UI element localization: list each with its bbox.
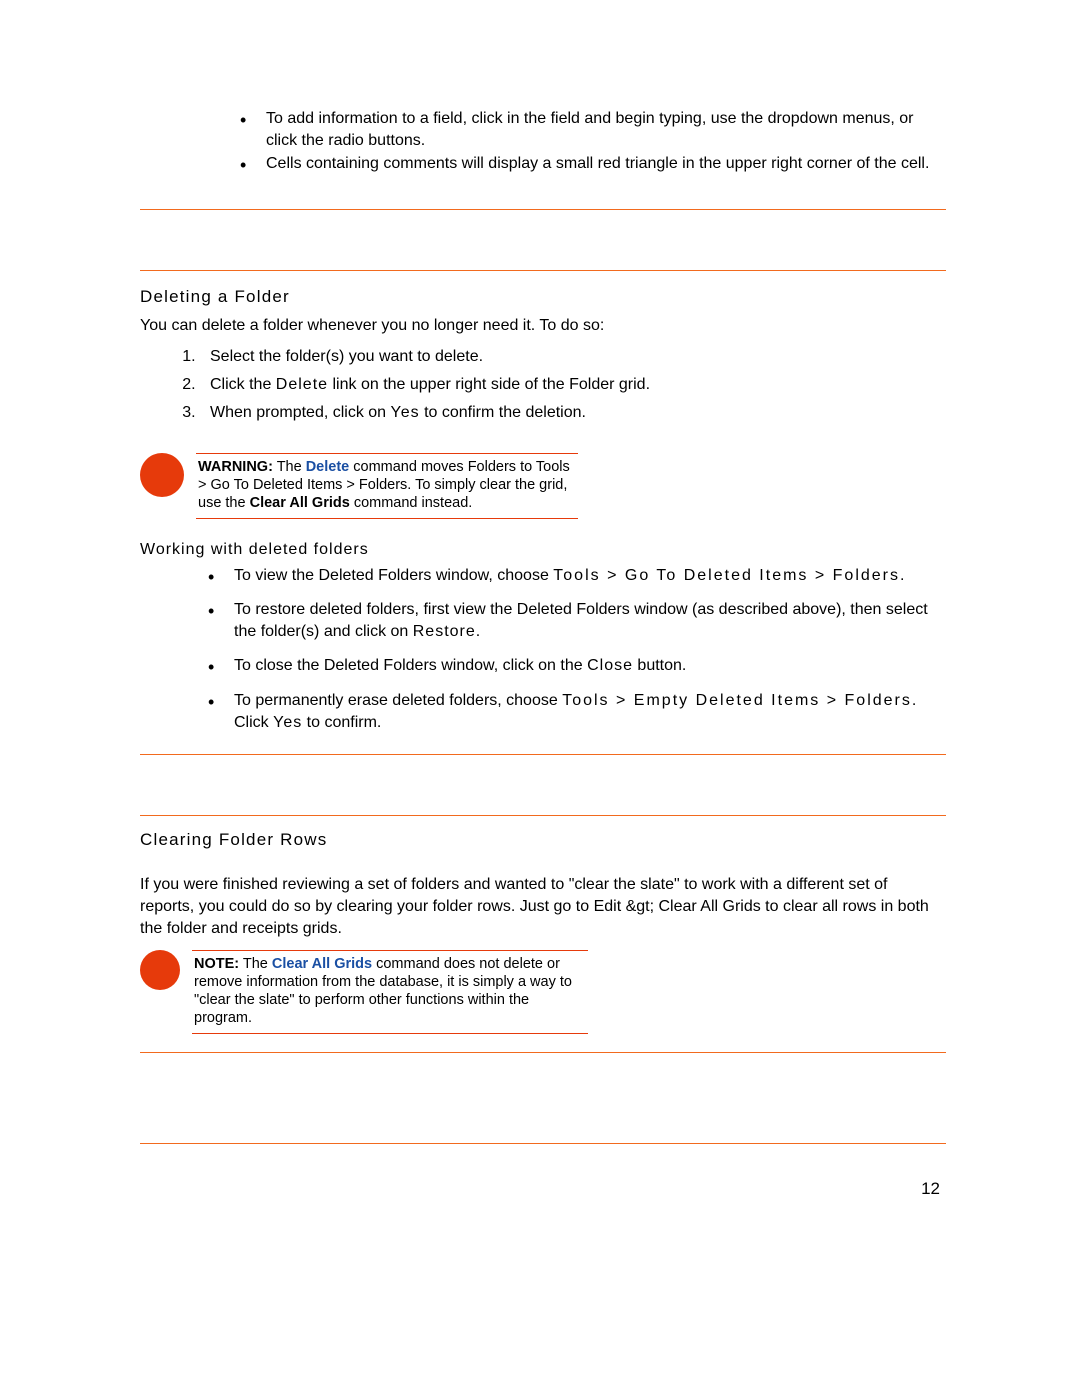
callout-box: WARNING: The Delete command moves Folder…: [196, 453, 578, 519]
body-text: You can delete a folder whenever you no …: [140, 315, 946, 337]
text: to confirm.: [302, 714, 381, 731]
document-page: To add information to a field, click in …: [140, 108, 946, 1144]
emphasis-text: Close: [587, 657, 633, 674]
menu-path: Tools > Go To Deleted Items > Folders: [553, 567, 900, 584]
emphasis-text: Yes: [391, 404, 420, 421]
list-item: Click the Delete link on the upper right…: [200, 373, 946, 397]
text: To view the Deleted Folders window, choo…: [234, 567, 553, 584]
text: link on the upper right side of the Fold…: [328, 376, 650, 393]
text: command instead.: [350, 495, 473, 511]
list-item: To close the Deleted Folders window, cli…: [200, 655, 946, 677]
list-item: Cells containing comments will display a…: [232, 153, 946, 175]
page-number: 12: [921, 1179, 940, 1199]
text: To restore deleted folders, first view t…: [234, 601, 928, 640]
menu-path: Tools > Empty Deleted Items > Folders: [562, 692, 912, 709]
heading-clearing-folder-rows: Clearing Folder Rows: [140, 830, 946, 850]
emphasis-text: Delete: [276, 376, 328, 393]
note-callout: NOTE: The Clear All Grids command does n…: [140, 950, 946, 1035]
emphasis-text: Yes: [273, 714, 302, 731]
text: button.: [633, 657, 686, 674]
list-item: To view the Deleted Folders window, choo…: [200, 565, 946, 587]
text: .: [476, 623, 480, 640]
section-divider: [140, 270, 946, 271]
text: .: [900, 567, 904, 584]
section-divider: [140, 815, 946, 816]
note-dot-icon: [140, 950, 180, 990]
body-text: If you were finished reviewing a set of …: [140, 874, 946, 940]
warning-dot-icon: [140, 453, 184, 497]
intro-bullet-list: To add information to a field, click in …: [140, 108, 946, 175]
section-divider: [140, 1143, 946, 1144]
list-item: To permanently erase deleted folders, ch…: [200, 690, 946, 734]
list-item: To add information to a field, click in …: [232, 108, 946, 151]
callout-label: WARNING:: [198, 459, 273, 475]
list-item: When prompted, click on Yes to confirm t…: [200, 401, 946, 425]
command-text: Clear All Grids: [272, 956, 372, 972]
callout-label: NOTE:: [194, 956, 239, 972]
list-item: To restore deleted folders, first view t…: [200, 599, 946, 643]
bullet-list: To view the Deleted Folders window, choo…: [140, 565, 946, 733]
text: Click the: [210, 376, 276, 393]
text: When prompted, click on: [210, 404, 391, 421]
subheading-working-with-deleted-folders: Working with deleted folders: [140, 541, 946, 559]
heading-deleting-a-folder: Deleting a Folder: [140, 287, 946, 307]
list-item: Select the folder(s) you want to delete.: [200, 345, 946, 369]
emphasis-text: Restore: [413, 623, 476, 640]
command-text: Delete: [306, 459, 350, 475]
text: The: [239, 956, 272, 972]
command-text: Clear All Grids: [250, 495, 350, 511]
warning-callout: WARNING: The Delete command moves Folder…: [140, 453, 946, 519]
text: To close the Deleted Folders window, cli…: [234, 657, 587, 674]
text: The: [273, 459, 306, 475]
ordered-steps: Select the folder(s) you want to delete.…: [140, 345, 946, 425]
text: to confirm the deletion.: [420, 404, 586, 421]
callout-box: NOTE: The Clear All Grids command does n…: [192, 950, 588, 1035]
text: To permanently erase deleted folders, ch…: [234, 692, 562, 709]
